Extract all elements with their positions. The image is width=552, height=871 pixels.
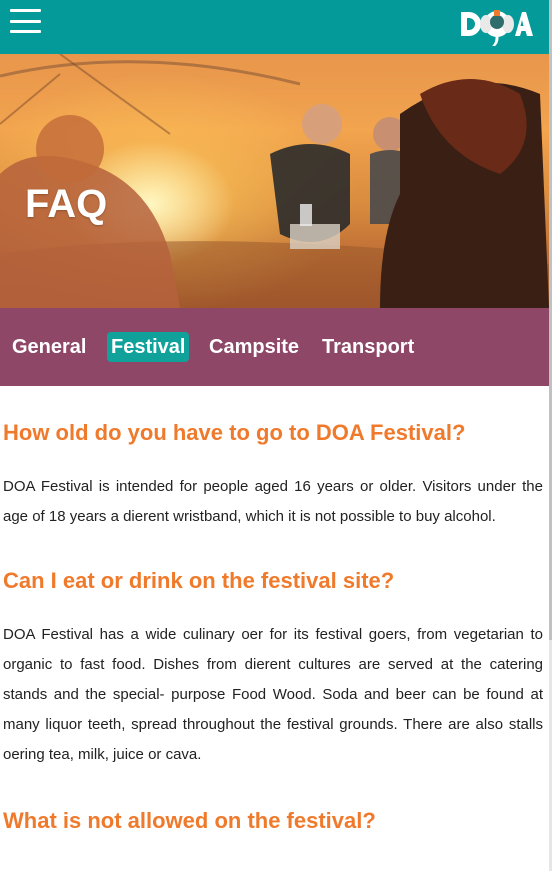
faq-question: How old do you have to go to DOA Festiva… [3, 420, 466, 445]
hero-banner: FAQ [0, 54, 549, 308]
faq-content: How old do you have to go to DOA Festiva… [0, 420, 549, 834]
faq-question: Can I eat or drink on the festival site? [3, 568, 395, 593]
top-bar [0, 0, 549, 54]
faq-answer: DOA Festival is intended for people aged… [3, 478, 543, 525]
doa-logo[interactable] [459, 2, 535, 48]
tab-festival[interactable]: Festival [107, 332, 190, 362]
tab-campsite[interactable]: Campsite [205, 332, 303, 362]
tab-transport[interactable]: Transport [318, 332, 418, 362]
tab-general[interactable]: General [8, 332, 90, 362]
hamburger-icon[interactable] [10, 9, 41, 33]
faq-question: What is not allowed on the festival? [3, 808, 376, 833]
hero-photo [0, 54, 549, 308]
faq-answer: DOA Festival has a wide culinary oer for… [3, 626, 543, 763]
page-title: FAQ [25, 182, 108, 226]
tab-bar: General Festival Campsite Transport [0, 308, 549, 386]
page: FAQ General Festival Campsite Transport … [0, 0, 549, 834]
